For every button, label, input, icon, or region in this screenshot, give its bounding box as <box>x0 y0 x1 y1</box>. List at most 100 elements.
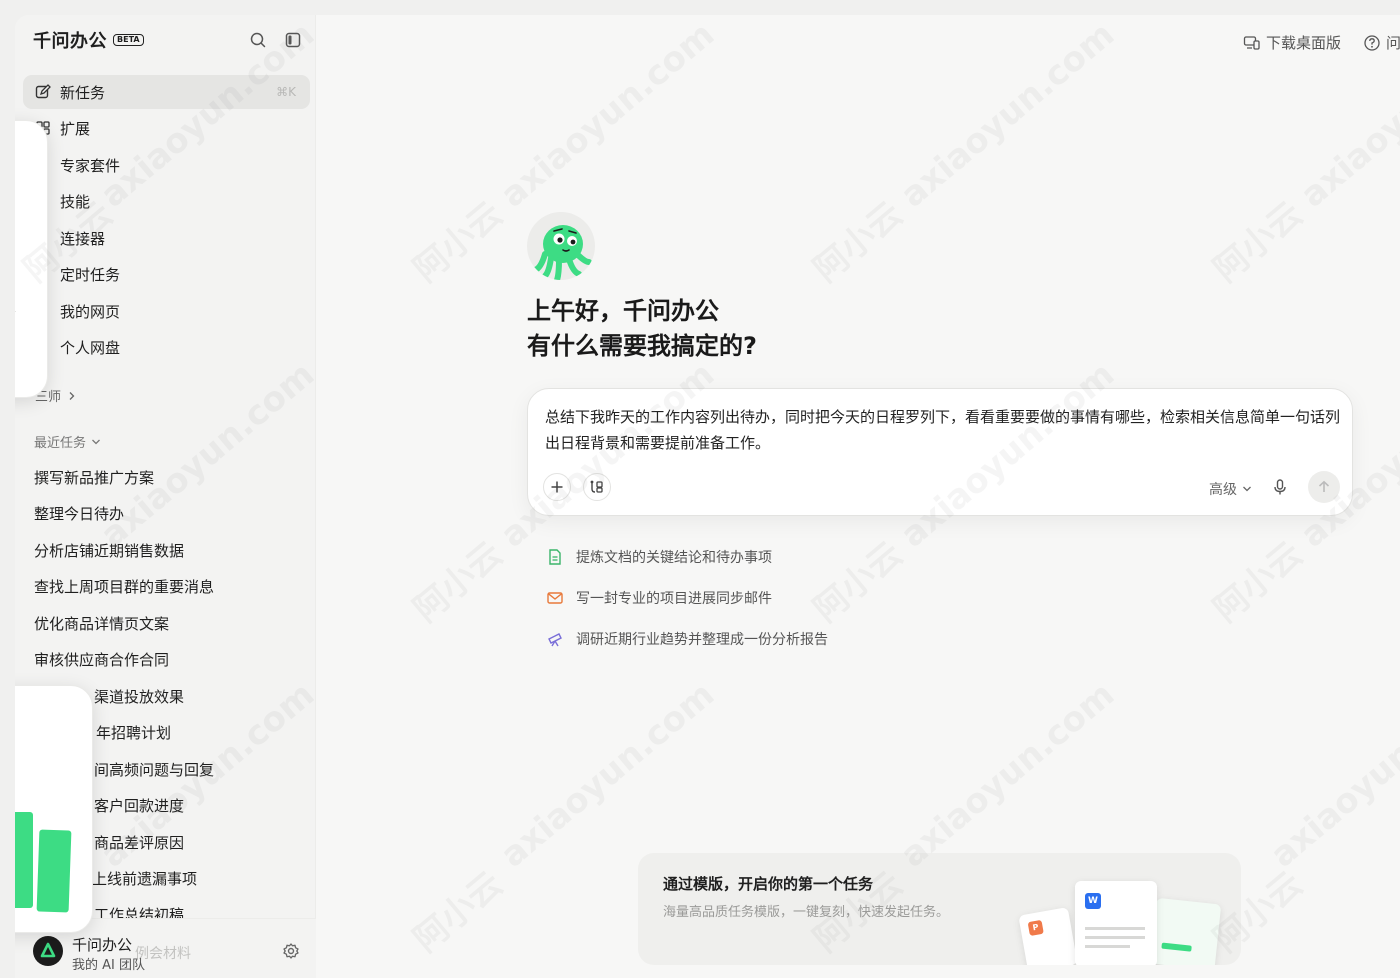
watermark: axiaoyun.com <box>1263 674 1400 876</box>
search-icon[interactable] <box>249 31 267 49</box>
help-label: 问 <box>1386 34 1400 52</box>
recent-task-item[interactable]: 客户回款进度 <box>94 795 184 816</box>
recent-tasks-title: 最近任务 <box>34 436 87 451</box>
doc-line <box>1085 927 1145 930</box>
help-icon <box>1363 34 1381 52</box>
sidebar-item-my-webpages[interactable]: 我的网页 <box>23 294 310 328</box>
app-window: 千问办公 BETA 新任务 ⌘K 扩展 专家套件 技能 连接器 定时任务 我的网… <box>15 15 1400 978</box>
suggestion-item[interactable]: 提炼文档的关键结论和待办事项 <box>546 547 772 567</box>
desktop-icon <box>1243 34 1261 52</box>
brand: 千问办公 BETA <box>33 29 144 52</box>
recent-task-item[interactable]: 整理今日待办 <box>34 503 124 524</box>
recent-task-item[interactable]: 间高频问题与回复 <box>94 759 214 780</box>
mode-dropdown[interactable]: 高级 <box>1209 479 1252 499</box>
chevron-down-icon <box>91 437 101 447</box>
template-card[interactable]: 通过模版，开启你的第一个任务 海量高品质任务模版，一键复刻，快速发起任务。 P … <box>638 853 1241 965</box>
add-attachment-button[interactable] <box>543 473 571 501</box>
watermark-cn: 阿小云 <box>1206 534 1311 631</box>
greeting-line-1: 上午好，千问办公 <box>527 297 719 325</box>
sheet-bar <box>1161 942 1192 952</box>
prompt-composer[interactable]: 总结下我昨天的工作内容列出待办，同时把今天的日程罗列下，看看重要要做的事情有哪些… <box>527 388 1353 516</box>
watermark: axiaoyun.com <box>893 674 1123 876</box>
shortcut-hint: ⌘K <box>276 85 296 99</box>
watermark-cn: 阿小云 <box>406 864 511 961</box>
plus-icon <box>550 480 564 494</box>
mode-label: 高级 <box>1209 482 1237 498</box>
ppt-badge: P <box>1027 919 1044 937</box>
sidebar-item-new-task[interactable]: 新任务 ⌘K <box>23 75 310 109</box>
suggestion-label: 调研近期行业趋势并整理成一份分析报告 <box>576 632 828 648</box>
floating-chart-card <box>15 685 93 933</box>
ppt-doc-thumbnail: P <box>1018 907 1078 965</box>
word-doc-thumbnail: W <box>1075 881 1157 965</box>
watermark: axiaoyun.com <box>493 15 723 216</box>
recent-task-item[interactable]: 查找上周项目群的重要消息 <box>34 576 214 597</box>
sidebar-toggle-icon[interactable] <box>284 31 302 49</box>
watermark-cn: 阿小云 <box>406 534 511 631</box>
chart-bar-2 <box>36 829 72 913</box>
help-button[interactable]: 问 <box>1363 32 1400 53</box>
greeting: 上午好，千问办公 有什么需要我搞定的? <box>527 294 757 364</box>
edit-icon <box>35 84 51 100</box>
download-label: 下载桌面版 <box>1266 34 1342 52</box>
recent-tasks-header[interactable]: 最近任务 <box>34 432 101 451</box>
sidebar-item-scheduled-tasks[interactable]: 定时任务 <box>23 257 310 291</box>
sidebar-item-label: 定时任务 <box>60 265 121 284</box>
sidebar-item-label: 新任务 <box>60 83 106 102</box>
brand-name: 千问办公 <box>33 31 107 52</box>
mascot-avatar <box>527 212 595 280</box>
sidebar-item-label: 技能 <box>60 192 91 211</box>
recent-task-item[interactable]: 年招聘计划 <box>96 722 171 743</box>
floating-preview-card <box>15 120 48 398</box>
watermark-cn: 阿小云 <box>406 194 511 291</box>
suggestion-item[interactable]: 写一封专业的项目进展同步邮件 <box>546 588 772 608</box>
recent-task-item[interactable]: 分析店铺近期销售数据 <box>34 540 184 561</box>
send-button[interactable] <box>1308 471 1340 503</box>
sidebar-item-personal-drive[interactable]: 个人网盘 <box>23 330 310 364</box>
recent-task-item[interactable]: 上线前遗漏事项 <box>92 868 197 889</box>
doc-line <box>1085 936 1145 939</box>
beta-badge: BETA <box>113 34 144 46</box>
suggestion-item[interactable]: 调研近期行业趋势并整理成一份分析报告 <box>546 629 828 649</box>
watermark-cn: 阿小云 <box>806 534 911 631</box>
sidebar-item-label: 扩展 <box>60 119 91 138</box>
template-card-title: 通过模版，开启你的第一个任务 <box>663 875 874 893</box>
user-subtitle: 我的 AI 团队 <box>72 958 145 973</box>
sidebar-item-label: 专家套件 <box>60 156 121 175</box>
sidebar-item-extensions[interactable]: 扩展 <box>23 111 310 145</box>
watermark: axiaoyun.com <box>893 15 1123 216</box>
microphone-icon[interactable] <box>1271 478 1289 496</box>
tools-icon <box>589 479 605 495</box>
greeting-line-2: 有什么需要我搞定的? <box>527 332 757 360</box>
recent-task-item[interactable]: 优化商品详情页文案 <box>34 613 169 634</box>
recent-task-item[interactable]: 撰写新品推广方案 <box>34 467 154 488</box>
sheet-doc-thumbnail <box>1149 897 1222 965</box>
recent-task-item[interactable]: 商品差评原因 <box>94 832 184 853</box>
chevron-down-icon <box>1242 484 1252 494</box>
document-icon <box>546 548 564 566</box>
suggestion-label: 写一封专业的项目进展同步邮件 <box>576 591 772 607</box>
download-desktop-button[interactable]: 下载桌面版 <box>1243 32 1341 53</box>
suggestion-label: 提炼文档的关键结论和待办事项 <box>576 550 772 566</box>
gear-icon[interactable] <box>282 942 300 960</box>
mail-icon <box>546 589 564 607</box>
word-badge: W <box>1085 893 1101 909</box>
template-card-subtitle: 海量高品质任务模版，一键复刻，快速发起任务。 <box>663 905 950 920</box>
sidebar-item-expert-suite[interactable]: 专家套件 <box>23 148 310 182</box>
sidebar-item-connectors[interactable]: 连接器 <box>23 221 310 255</box>
sidebar-item-label: 我的网页 <box>60 302 121 321</box>
chevron-right-icon <box>67 391 77 401</box>
watermark: axiaoyun.com <box>493 674 723 876</box>
prompt-input[interactable]: 总结下我昨天的工作内容列出待办，同时把今天的日程罗列下，看看重要要做的事情有哪些… <box>545 404 1340 456</box>
sidebar-item-label: 连接器 <box>60 229 106 248</box>
tools-button[interactable] <box>583 473 611 501</box>
recent-task-item[interactable]: 渠道投放效果 <box>94 686 184 707</box>
telescope-icon <box>546 630 564 648</box>
recent-task-item[interactable]: 审核供应商合作合同 <box>34 649 169 670</box>
user-name: 千问办公 <box>72 936 133 954</box>
avatar <box>33 936 63 966</box>
watermark-cn: 阿小云 <box>1206 194 1311 291</box>
arrow-up-icon <box>1317 480 1331 494</box>
sidebar-item-skills[interactable]: 技能 <box>23 184 310 218</box>
doc-line <box>1085 945 1130 948</box>
